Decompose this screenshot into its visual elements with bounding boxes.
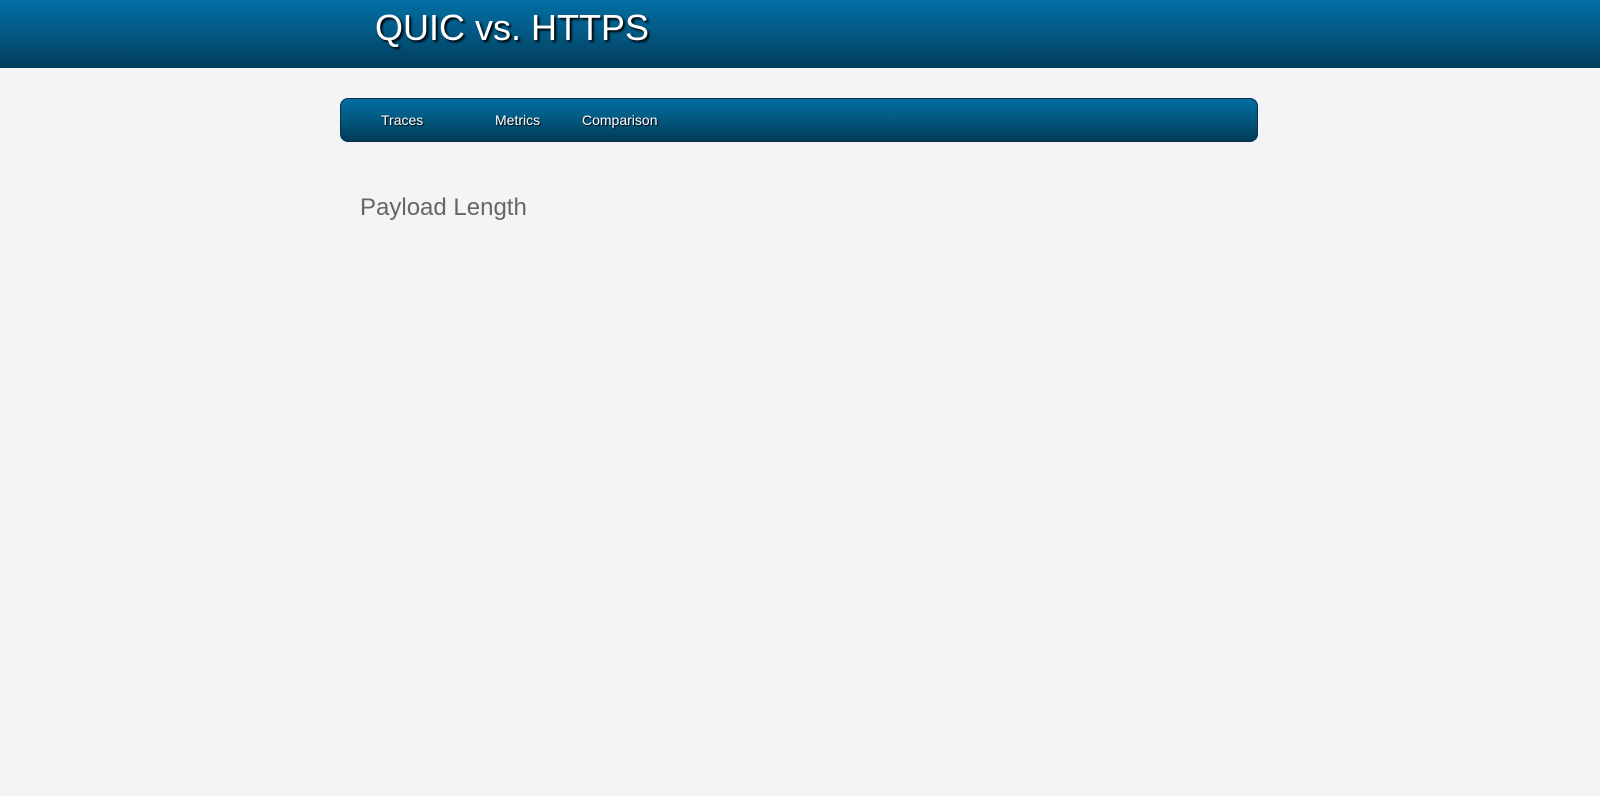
main-nav: Traces Metrics Comparison [340,98,1258,142]
site-title: QUIC vs. HTTPS [375,7,650,48]
site-header: QUIC vs. HTTPS [0,0,1600,68]
nav-item-traces[interactable]: Traces [381,99,423,141]
nav-item-metrics[interactable]: Metrics [495,99,540,141]
nav-item-comparison[interactable]: Comparison [582,99,657,141]
section-heading: Payload Length [360,194,527,221]
